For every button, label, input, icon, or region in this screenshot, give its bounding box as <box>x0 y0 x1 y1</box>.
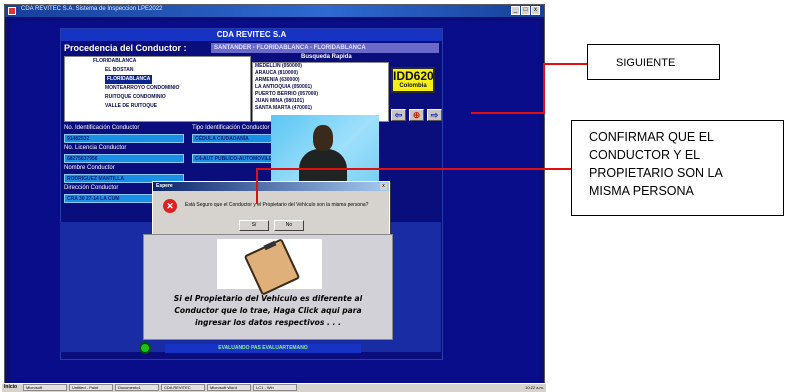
license-plate: IDD620 Colombia <box>391 67 435 93</box>
callout-line: PROPIETARIO SON LA <box>589 166 723 180</box>
error-icon: ✕ <box>163 199 177 213</box>
maximize-button[interactable]: □ <box>521 6 530 15</box>
home-button[interactable]: ⊕ <box>409 109 424 121</box>
next-arrow-button[interactable]: ⇨ <box>427 109 442 121</box>
location-tree[interactable]: FLORIDABLANCA EL BOSTAN FLORIDABLANCA MO… <box>64 56 251 122</box>
clipboard-image <box>217 238 322 296</box>
card-line: Si el Propietario del Vehiculo es difere… <box>173 294 363 303</box>
quick-search-list[interactable]: MEDELLIN (050000) ARAUCA (810000) ARMENI… <box>252 62 389 122</box>
search-item[interactable]: SANTA MARTA (470001) <box>253 105 388 112</box>
no-button[interactable]: No <box>274 220 304 231</box>
task-items: Microsoft Untitled - Paint Documento1 CD… <box>23 384 297 391</box>
tree-item[interactable]: VALLE DE RUITOQUE <box>65 102 250 111</box>
prev-arrow-button[interactable]: ⇦ <box>391 109 406 121</box>
tree-item[interactable]: MONTEARROYO CONDOMINIO <box>65 84 250 93</box>
window-controls: _ □ x <box>511 6 540 15</box>
minimize-button[interactable]: _ <box>511 6 520 15</box>
app-title: CDA REVITEC S.A. Sistema de Inspeccion L… <box>21 6 163 12</box>
dialog-title: Espere <box>153 182 389 191</box>
procedencia-value: SANTANDER - FLORIDABLANCA - FLORIDABLANC… <box>211 43 439 53</box>
confirm-dialog: Espere x ✕ Está Seguro que el Conductor … <box>152 181 390 238</box>
nombre-label: Nombre Conductor <box>64 165 115 171</box>
search-item[interactable]: ARMENIA (630000) <box>253 77 388 84</box>
clock: 10:22 a.m. <box>525 385 544 390</box>
driver-photo <box>271 115 379 181</box>
app-titlebar: CDA REVITEC S.A. Sistema de Inspeccion L… <box>5 5 544 17</box>
tree-item[interactable]: EL BOSTAN <box>65 66 250 75</box>
card-line: Conductor que lo trae, Haga Click aqui p… <box>174 306 362 315</box>
photo-body <box>299 149 347 181</box>
taskbar-item[interactable]: CDA REVITEC <box>161 384 205 391</box>
start-button[interactable]: Inicio <box>3 384 22 391</box>
card-line: ingresar los datos respectivos . . . <box>195 318 341 327</box>
taskbar-item[interactable]: Microsoft Word <box>207 384 251 391</box>
annotation-line <box>256 168 571 170</box>
add-owner-card[interactable]: Si el Propietario del Vehiculo es difere… <box>143 234 393 340</box>
annotation-line <box>545 63 587 65</box>
tipo-id-label: Tipo Identificación Conductor <box>192 125 270 131</box>
annotation-line <box>256 168 258 204</box>
direccion-label: Dirección Conductor <box>64 185 119 191</box>
annotation-line <box>471 112 545 114</box>
app-icon <box>8 7 16 15</box>
tree-item[interactable]: FLORIDABLANCA <box>65 57 250 66</box>
callout-line: CONFIRMAR QUE EL <box>589 130 715 144</box>
status-light-icon <box>139 342 151 354</box>
close-button[interactable]: x <box>531 6 540 15</box>
photo-face <box>313 125 333 151</box>
id-field[interactable]: 91482532 <box>64 134 184 143</box>
taskbar-item[interactable]: Documento1 <box>115 384 159 391</box>
procedencia-label: Procedencia del Conductor : <box>64 43 187 53</box>
search-item[interactable]: MEDELLIN (050000) <box>253 63 388 70</box>
plate-country: Colombia <box>399 83 427 89</box>
licencia-label: No. Licencia Conductor <box>64 145 127 151</box>
licencia-field[interactable]: 68275637956 <box>64 154 184 163</box>
annotation-line <box>543 63 545 113</box>
search-item[interactable]: PUERTO BERRIO (057000) <box>253 91 388 98</box>
tree-item[interactable]: RUITOQUE CONDOMINIO <box>65 93 250 102</box>
callout-line: CONDUCTOR Y EL <box>589 148 701 162</box>
callout-line: MISMA PERSONA <box>589 184 694 198</box>
dialog-close-button[interactable]: x <box>380 183 387 190</box>
form-header: CDA REVITEC S.A <box>61 29 442 41</box>
plate-number: IDD620 <box>393 69 434 83</box>
search-label: Busqueda Rapida <box>301 54 352 60</box>
callout-confirm: CONFIRMAR QUE EL CONDUCTOR Y EL PROPIETA… <box>571 120 784 216</box>
card-text: Si el Propietario del Vehiculo es difere… <box>146 293 390 329</box>
callout-siguiente: SIGUIENTE <box>587 44 720 80</box>
yes-button[interactable]: Sí <box>239 220 269 231</box>
taskbar-item[interactable]: Untitled - Paint <box>69 384 113 391</box>
id-label: No. Identificación Conductor <box>64 125 140 131</box>
taskbar-item[interactable]: Microsoft <box>23 384 67 391</box>
taskbar-item[interactable]: LC1 - Win <box>253 384 297 391</box>
status-bar: EVALUANDO PAS EVALUARTEMANO <box>165 344 361 353</box>
search-item[interactable]: JUAN MINA (080101) <box>253 98 388 105</box>
search-item[interactable]: LA ANTIOQUIA (050001) <box>253 84 388 91</box>
search-item[interactable]: ARAUCA (810000) <box>253 70 388 77</box>
tree-item-selected[interactable]: FLORIDABLANCA <box>105 75 153 84</box>
dialog-message: Está Seguro que el Conductor y el Propie… <box>185 202 369 208</box>
nav-buttons: ⇦ ⊕ ⇨ <box>391 109 442 121</box>
